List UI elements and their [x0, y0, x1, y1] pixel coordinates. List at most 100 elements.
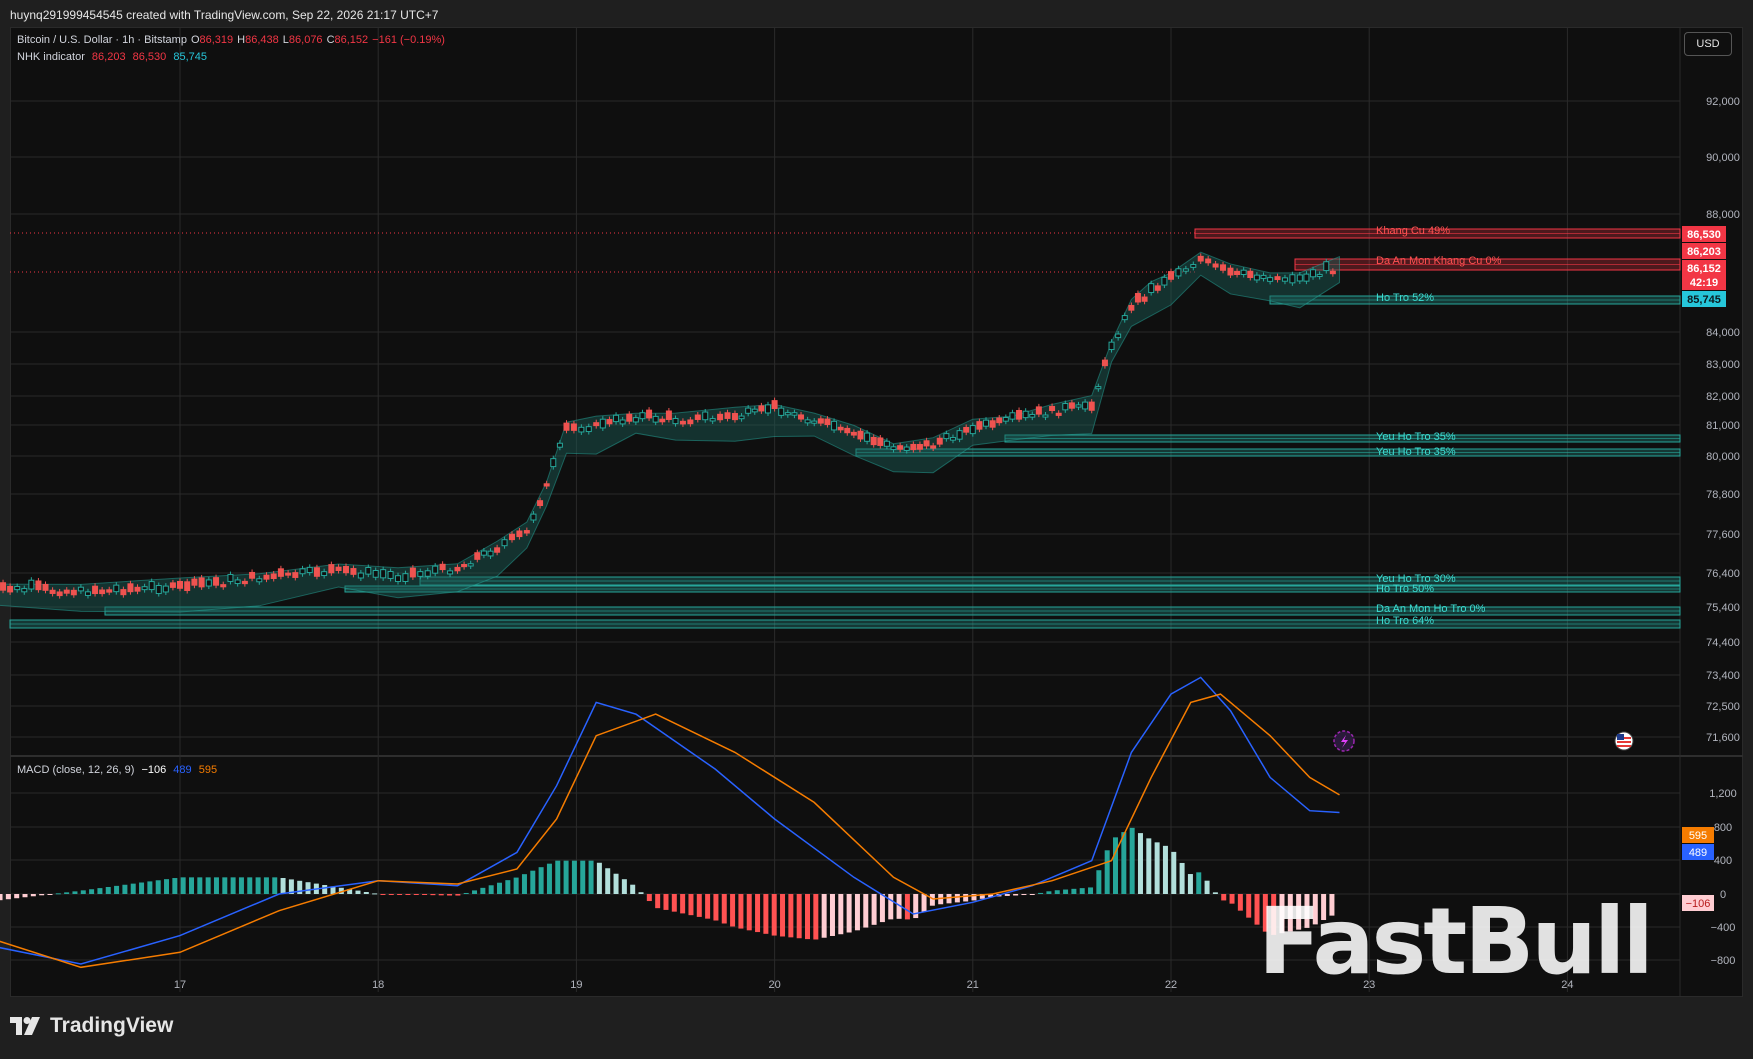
price-tick-label: 76,400	[1706, 568, 1740, 580]
macd-histogram-bar	[730, 894, 736, 927]
macd-histogram-bar	[738, 894, 744, 929]
macd-histogram-bar	[630, 884, 636, 894]
candle-body	[241, 580, 248, 585]
candle-body	[1101, 359, 1108, 367]
candle-body	[731, 413, 738, 421]
candle-body	[1234, 270, 1241, 276]
candle-body	[1068, 402, 1075, 409]
macd-histogram-bar	[1246, 894, 1252, 918]
price-badge-text: 42:19	[1690, 277, 1718, 289]
candle-body	[447, 570, 454, 575]
macd-histogram-bar	[1046, 891, 1052, 894]
macd-histogram-bar	[255, 877, 261, 894]
macd-histogram-bar	[904, 894, 910, 920]
candle-body	[563, 422, 570, 431]
candle-body	[652, 415, 659, 423]
macd-histogram-bar	[596, 862, 602, 894]
candle-body	[350, 568, 357, 575]
candle-body	[1128, 304, 1135, 311]
macd-histogram-bar	[164, 879, 170, 894]
candle-body	[227, 574, 234, 582]
candle-body	[877, 437, 884, 446]
candle-body	[70, 589, 77, 596]
candle-body	[99, 589, 106, 595]
time-tick-label: 21	[967, 979, 979, 991]
candle-body	[417, 571, 424, 577]
dividend-flash-icon[interactable]	[1333, 730, 1355, 752]
macd-histogram-bar	[1129, 827, 1135, 894]
candle-body	[910, 443, 917, 451]
candle-body	[585, 426, 592, 433]
price-tick-label: 77,600	[1706, 529, 1740, 541]
candle-body	[916, 443, 923, 450]
candle-body	[380, 569, 387, 579]
macd-histogram-bar	[680, 894, 686, 914]
symbol-title[interactable]: Bitcoin / U.S. Dollar · 1h · Bitstamp	[17, 34, 187, 46]
indicator-name[interactable]: NHK indicator	[17, 51, 85, 63]
macd-histogram-bar	[1204, 880, 1210, 894]
candle-body	[632, 417, 639, 423]
candle-body	[949, 437, 956, 441]
macd-histogram-bar	[846, 894, 852, 933]
candle-body	[936, 437, 943, 445]
macd-histogram-bar	[1063, 889, 1069, 894]
macd-histogram-bar	[963, 894, 969, 902]
candle-body	[134, 586, 141, 592]
macd-name[interactable]: MACD (close, 12, 26, 9)	[17, 764, 134, 776]
macd-legend[interactable]: MACD (close, 12, 26, 9) −106 489 595	[17, 764, 221, 776]
price-tick-label: 90,000	[1706, 152, 1740, 164]
macd-histogram-bar	[438, 894, 444, 896]
candle-body	[1212, 263, 1219, 268]
candle-body	[306, 566, 313, 574]
macd-histogram-bar	[147, 881, 153, 894]
tradingview-logo[interactable]: TradingView	[10, 1014, 173, 1038]
us-flag-icon[interactable]	[1614, 731, 1634, 751]
candle-body	[1329, 270, 1336, 275]
macd-histogram-bar	[1038, 892, 1044, 894]
macd-histogram-bar	[172, 878, 178, 894]
candle-body	[537, 500, 544, 507]
candle-body	[1303, 273, 1310, 282]
candle-body	[1134, 293, 1141, 303]
price-badge-text: 85,745	[1687, 294, 1721, 306]
price-tick-label: 73,400	[1706, 670, 1740, 682]
macd-tick-label: 800	[1714, 822, 1732, 834]
candle-body	[321, 571, 328, 577]
macd-histogram-bar	[263, 877, 269, 894]
price-tick-label: 88,000	[1706, 209, 1740, 221]
macd-histogram-bar	[205, 877, 211, 894]
price-tick-label: 80,000	[1706, 451, 1740, 463]
macd-tick-label: 0	[1720, 889, 1726, 901]
currency-button[interactable]: USD	[1684, 32, 1732, 56]
candle-body	[1108, 341, 1115, 351]
price-axis[interactable]: 92,000 90,000 88,000 84,000 83,000 82,000 81,0…	[1682, 96, 1740, 967]
candle-body	[613, 414, 620, 423]
symbol-legend[interactable]: Bitcoin / U.S. Dollar · 1h · Bitstamp O86…	[17, 34, 449, 46]
macd-histogram-bar	[813, 894, 819, 940]
candle-body	[467, 563, 474, 567]
macd-histogram-bar	[1079, 888, 1085, 894]
time-tick-label: 19	[570, 979, 582, 991]
candle-body	[56, 591, 63, 597]
candle-body	[0, 582, 7, 591]
candle-body	[127, 583, 134, 593]
macd-tick-label: 400	[1714, 855, 1732, 867]
macd-histogram-bar	[580, 860, 586, 894]
candle-body	[844, 427, 851, 434]
macd-histogram-bar	[80, 890, 86, 894]
macd-histogram-bar	[605, 868, 611, 894]
price-tick-label: 75,400	[1706, 602, 1740, 614]
candle-body	[365, 566, 372, 575]
candle-body	[1049, 405, 1056, 412]
macd-histogram-bar	[188, 877, 194, 894]
candle-body	[328, 564, 335, 574]
candle-body	[798, 414, 805, 420]
macd-histogram-bar	[1054, 890, 1060, 894]
candle-body	[292, 572, 299, 578]
event-icons[interactable]	[1333, 730, 1634, 752]
candle-body	[1240, 269, 1247, 276]
candle-body	[1168, 271, 1174, 280]
indicator-legend[interactable]: NHK indicator 86,203 86,530 85,745	[17, 51, 211, 63]
macd-histogram-bar	[238, 877, 244, 894]
macd-histogram-bar	[871, 894, 877, 925]
